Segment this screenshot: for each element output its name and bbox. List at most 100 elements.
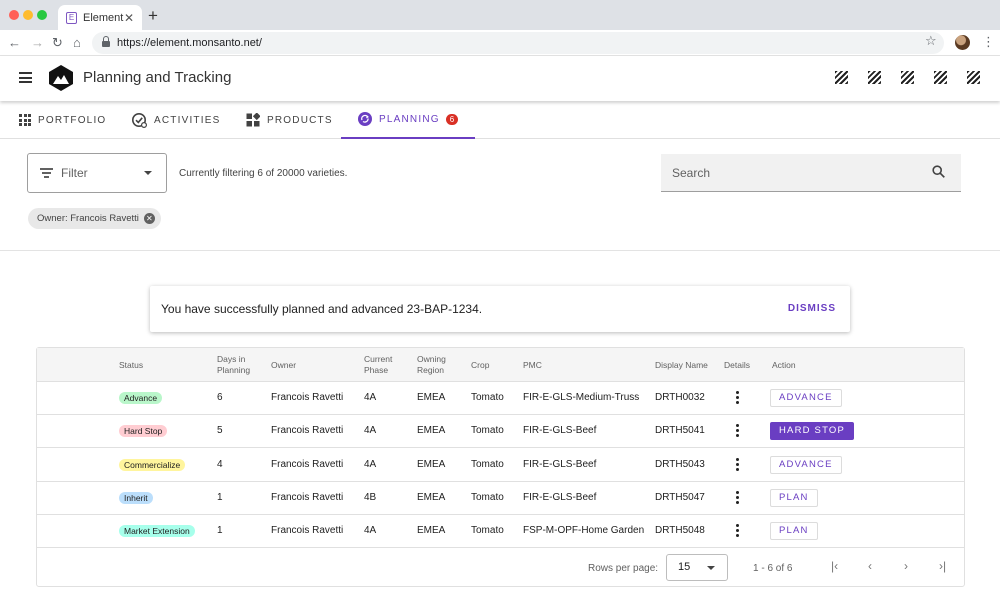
- header-days-line2: Planning: [217, 365, 251, 375]
- header-phase-line2: Phase: [364, 365, 389, 375]
- new-tab-button[interactable]: +: [148, 6, 158, 26]
- rows-per-page-label: Rows per page:: [588, 563, 659, 574]
- header-current-phase: Current Phase: [364, 354, 392, 376]
- menu-icon[interactable]: [19, 72, 32, 83]
- browser-tab-strip: E Element ✕ +: [0, 0, 1000, 30]
- cell-owner: Francois Ravetti: [271, 491, 344, 503]
- header-region-line1: Owning: [417, 354, 446, 364]
- header-owning-region: Owning Region: [417, 354, 446, 376]
- bookmark-star-icon[interactable]: ☆: [925, 33, 937, 49]
- widgets-icon: [246, 113, 260, 127]
- row-action-button[interactable]: PLAN: [770, 488, 818, 507]
- app-shortcut-5-icon[interactable]: [967, 71, 980, 84]
- tab-planning[interactable]: PLANNING 6: [341, 101, 476, 139]
- row-action-button[interactable]: ADVANCE: [770, 389, 842, 407]
- address-bar: ← → ↻ ⌂ https://element.monsanto.net/ ☆ …: [0, 30, 1000, 56]
- cell-pmc: FIR-E-GLS-Medium-Truss: [523, 392, 640, 403]
- cell-owner: Francois Ravetti: [271, 525, 344, 537]
- last-page-icon[interactable]: ›|: [939, 559, 946, 573]
- element-logo-icon: [49, 65, 73, 91]
- rows-per-page-select[interactable]: 15: [666, 554, 728, 581]
- previous-page-icon[interactable]: ‹: [868, 559, 872, 573]
- cell-days: 6: [217, 392, 223, 403]
- header-status: Status: [119, 360, 144, 370]
- cell-display-name: DRTH0032: [655, 392, 705, 403]
- app-shortcut-2-icon[interactable]: [868, 71, 881, 84]
- table-row[interactable]: Inherit 1 Francois Ravetti 4B EMEA Tomato FIR-…: [37, 482, 964, 515]
- close-tab-icon[interactable]: ✕: [124, 11, 134, 25]
- more-vert-icon[interactable]: [736, 457, 740, 472]
- search-icon[interactable]: [932, 165, 945, 178]
- cell-region: EMEA: [417, 392, 446, 403]
- section-divider: [0, 250, 1000, 251]
- url-text: https://element.monsanto.net/: [117, 37, 262, 49]
- cell-phase: 4B: [364, 491, 377, 503]
- tab-products[interactable]: PRODUCTS: [246, 101, 333, 139]
- cell-phase: 4A: [364, 425, 377, 437]
- close-window-button[interactable]: [9, 10, 19, 20]
- more-vert-icon[interactable]: [736, 424, 740, 438]
- more-vert-icon[interactable]: [736, 490, 740, 505]
- header-display-name: Display Name: [655, 360, 708, 370]
- row-action-button[interactable]: HARD STOP: [770, 422, 855, 441]
- cell-pmc: FIR-E-GLS-Beef: [523, 425, 597, 437]
- minimize-window-button[interactable]: [23, 10, 33, 20]
- url-field[interactable]: https://element.monsanto.net/: [92, 32, 944, 54]
- tab-activities[interactable]: ACTIVITIES: [131, 101, 220, 139]
- tab-portfolio[interactable]: PORTFOLIO: [19, 101, 106, 139]
- cell-phase: 4A: [364, 525, 377, 537]
- reload-icon[interactable]: ↻: [52, 34, 63, 51]
- next-page-icon[interactable]: ›: [904, 559, 908, 573]
- table-row[interactable]: Commercialize 4 Francois Ravetti 4A EMEA Toma…: [37, 449, 964, 482]
- dismiss-button[interactable]: DISMISS: [788, 303, 836, 314]
- row-action-button[interactable]: PLAN: [770, 522, 818, 541]
- cell-region: EMEA: [417, 425, 446, 437]
- chevron-down-icon: [144, 171, 152, 175]
- browser-menu-icon[interactable]: ⋮: [982, 34, 995, 50]
- snackbar-message: You have successfully planned and advanc…: [161, 302, 483, 316]
- more-vert-icon[interactable]: [736, 524, 740, 538]
- app-shortcut-1-icon[interactable]: [835, 71, 848, 84]
- planning-count-badge: 6: [445, 113, 459, 125]
- back-icon[interactable]: ←: [8, 34, 21, 51]
- cell-region: EMEA: [417, 491, 446, 503]
- row-action-button[interactable]: ADVANCE: [770, 455, 842, 474]
- profile-avatar[interactable]: [955, 35, 970, 50]
- cell-owner: Francois Ravetti: [271, 392, 344, 403]
- table-row[interactable]: Hard Stop 5 Francois Ravetti 4A EMEA Tomato FI…: [37, 415, 964, 449]
- table-footer: Rows per page: 15 1 - 6 of 6 |‹ ‹ › ›|: [37, 548, 964, 586]
- home-icon[interactable]: ⌂: [73, 34, 81, 51]
- cell-pmc: FIR-E-GLS-Beef: [523, 491, 597, 503]
- filter-dropdown[interactable]: Filter: [27, 153, 167, 193]
- success-snackbar: You have successfully planned and advanc…: [150, 286, 850, 332]
- owner-filter-chip: Owner: Francois Ravetti ✕: [28, 208, 161, 229]
- remove-chip-icon[interactable]: ✕: [143, 213, 155, 224]
- status-badge: Inherit: [119, 491, 153, 504]
- cell-crop: Tomato: [471, 458, 504, 470]
- browser-tab[interactable]: E Element ✕: [58, 5, 142, 30]
- owner-filter-chip-label: Owner: Francois Ravetti: [37, 213, 139, 224]
- table-row[interactable]: Market Extension 1 Francois Ravetti 4A EMEA T…: [37, 515, 964, 549]
- tab-portfolio-label: PORTFOLIO: [38, 114, 107, 126]
- rows-per-page-value: 15: [678, 561, 691, 573]
- section-tabs: PORTFOLIO ACTIVITIES PRODUCTS PLANNING 6: [0, 101, 1000, 139]
- maximize-window-button[interactable]: [37, 10, 47, 20]
- tab-planning-label: PLANNING: [379, 113, 440, 125]
- cell-pmc: FSP-M-OPF-Home Garden: [523, 525, 645, 537]
- more-vert-icon[interactable]: [736, 391, 740, 405]
- table-header: Status Days in Planning Owner Current Ph…: [37, 348, 964, 382]
- forward-icon[interactable]: →: [31, 34, 44, 51]
- cell-owner: Francois Ravetti: [271, 458, 344, 470]
- search-placeholder: Search: [672, 165, 711, 180]
- app-shortcut-4-icon[interactable]: [934, 71, 947, 84]
- sync-icon: [358, 112, 372, 126]
- table-row[interactable]: Advance 6 Francois Ravetti 4A EMEA Tomato FIR-…: [37, 382, 964, 415]
- first-page-icon[interactable]: |‹: [831, 559, 838, 573]
- search-input[interactable]: Search: [661, 154, 961, 192]
- app-shortcut-3-icon[interactable]: [901, 71, 914, 84]
- cell-phase: 4A: [364, 392, 377, 403]
- cell-display-name: DRTH5043: [655, 458, 705, 470]
- cell-display-name: DRTH5048: [655, 525, 705, 537]
- status-badge: Hard Stop: [119, 425, 168, 438]
- status-badge: Advance: [119, 392, 163, 404]
